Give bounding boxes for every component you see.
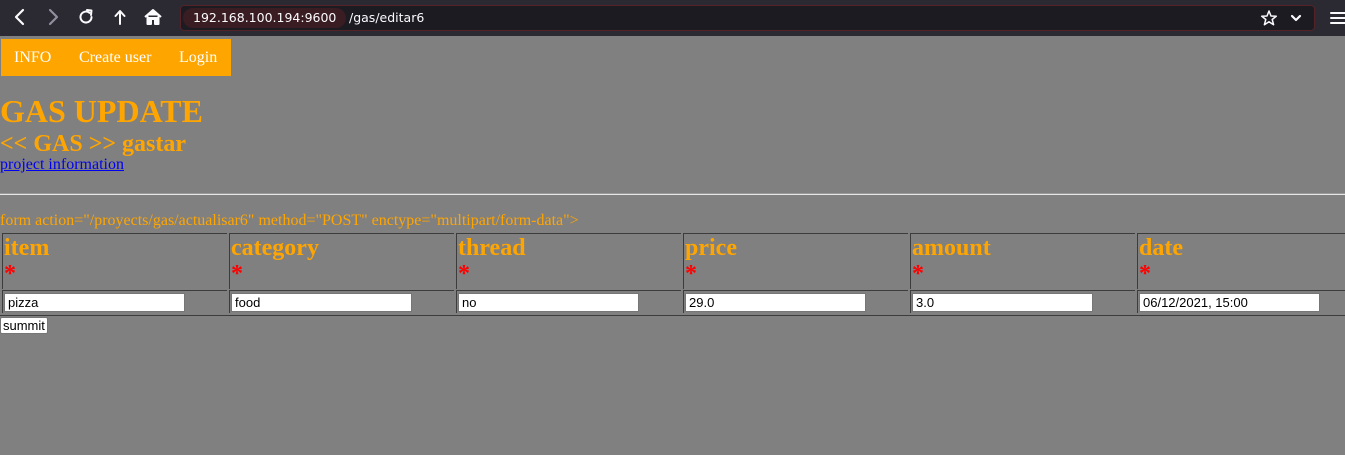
amount-input[interactable] (912, 293, 1093, 312)
date-input[interactable] (1139, 293, 1320, 312)
nav-item-create-user[interactable]: Create user (79, 39, 151, 76)
cell-item (2, 290, 227, 313)
required-mark: * (4, 261, 16, 287)
price-input[interactable] (685, 293, 866, 312)
column-header-date: date * (1137, 233, 1345, 289)
cell-category (229, 290, 454, 313)
edit-form-table: item * category * thread * price * amoun… (2, 233, 1345, 313)
column-header-thread: thread * (456, 233, 681, 289)
column-header-price: price * (683, 233, 908, 289)
column-header-category: category * (229, 233, 454, 289)
column-header-item: item * (2, 233, 227, 289)
url-host: 192.168.100.194:9600 (183, 8, 347, 28)
required-mark: * (685, 261, 697, 287)
required-mark: * (912, 261, 924, 287)
url-path: /gas/editar6 (349, 10, 425, 25)
category-input[interactable] (231, 293, 412, 312)
hamburger-menu-icon[interactable] (1330, 9, 1345, 27)
form-raw-text: form action="/proyects/gas/actualisar6" … (0, 212, 579, 229)
required-mark: * (231, 261, 243, 287)
thread-input[interactable] (458, 293, 639, 312)
cell-amount (910, 290, 1135, 313)
cell-thread (456, 290, 681, 313)
column-label: category (231, 235, 319, 261)
nav-item-login[interactable]: Login (179, 39, 217, 76)
upload-icon[interactable] (108, 6, 132, 30)
address-bar[interactable]: 192.168.100.194:9600 /gas/editar6 (180, 5, 1315, 31)
column-label: price (685, 235, 737, 261)
reload-icon[interactable] (74, 6, 98, 30)
project-information-link[interactable]: project information (0, 156, 124, 174)
item-input[interactable] (4, 293, 185, 312)
required-mark: * (458, 261, 470, 287)
page-content: INFO Create user Login GAS UPDATE << GAS… (0, 36, 1345, 455)
column-label: thread (458, 235, 526, 261)
column-label: amount (912, 235, 991, 261)
divider (0, 193, 1345, 195)
table-bottom-border (0, 315, 1345, 316)
column-header-amount: amount * (910, 233, 1135, 289)
home-icon[interactable] (141, 6, 165, 30)
nav-item-info[interactable]: INFO (14, 39, 51, 76)
submit-button[interactable]: summit (0, 317, 48, 334)
forward-arrow-icon[interactable] (41, 6, 65, 30)
required-mark: * (1139, 261, 1151, 287)
browser-toolbar: 192.168.100.194:9600 /gas/editar6 (0, 0, 1345, 36)
page-title: GAS UPDATE (0, 93, 203, 129)
column-label: item (4, 235, 50, 261)
star-icon[interactable] (1260, 9, 1278, 27)
column-label: date (1139, 235, 1183, 261)
cell-date (1137, 290, 1345, 313)
top-navigation: INFO Create user Login (1, 39, 231, 76)
chevron-down-icon[interactable] (1287, 9, 1305, 27)
page-subtitle: << GAS >> gastar (0, 131, 187, 157)
cell-price (683, 290, 908, 313)
back-arrow-icon[interactable] (8, 6, 32, 30)
